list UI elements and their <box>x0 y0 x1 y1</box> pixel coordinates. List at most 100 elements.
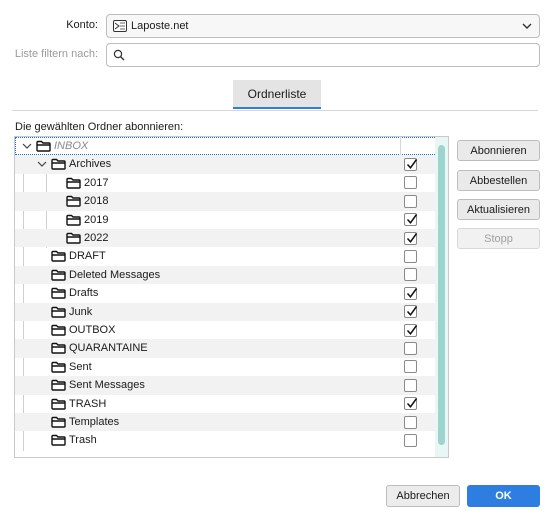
folder-icon <box>51 398 66 410</box>
folder-icon <box>51 159 66 171</box>
folder-row[interactable]: Junk <box>15 302 437 321</box>
folder-name: Deleted Messages <box>69 268 161 281</box>
subscribe-checkbox[interactable] <box>404 213 418 227</box>
folder-icon <box>51 306 66 318</box>
folder-icon <box>51 269 66 281</box>
filter-input[interactable] <box>129 45 539 65</box>
checkmark-icon <box>406 232 418 243</box>
folder-icon <box>36 140 51 152</box>
filter-label: Liste filtern nach: <box>14 48 98 60</box>
folder-row[interactable]: Sent Messages <box>15 376 437 395</box>
account-value: Laposte.net <box>131 20 189 32</box>
column-divider <box>400 137 401 155</box>
tab-folder-list[interactable]: Ordnerliste <box>233 80 321 109</box>
checkmark-icon <box>406 214 418 225</box>
checkmark-icon <box>406 287 418 298</box>
folder-row[interactable]: Archives <box>15 155 437 174</box>
unsubscribe-button-label: Abbestellen <box>469 174 528 187</box>
subscribe-button[interactable]: Abonnieren <box>457 140 540 161</box>
checkmark-icon <box>406 158 418 169</box>
folder-name: 2019 <box>84 213 109 226</box>
subscribe-checkbox[interactable] <box>404 176 417 190</box>
folder-row[interactable]: INBOX <box>15 137 437 156</box>
account-icon <box>113 20 127 32</box>
folder-name: 2018 <box>84 195 109 208</box>
folder-row[interactable]: Deleted Messages <box>15 265 437 285</box>
folder-row[interactable]: Sent <box>15 358 437 376</box>
subscribe-button-label: Abonnieren <box>470 144 527 157</box>
checkmark-icon <box>406 398 418 409</box>
folder-row[interactable]: OUTBOX <box>15 321 437 339</box>
folder-icon <box>51 287 66 299</box>
folder-row[interactable]: Templates <box>15 413 437 432</box>
tab-label: Ordnerliste <box>247 86 307 101</box>
folder-name: Trash <box>69 434 97 447</box>
folder-icon <box>66 177 81 189</box>
folder-name: Junk <box>69 305 93 318</box>
twisty-icon[interactable] <box>21 140 33 152</box>
scroll-thumb[interactable] <box>438 145 445 445</box>
subscribe-label: Die gewählten Ordner abonnieren: <box>15 121 184 133</box>
subscribe-checkbox[interactable] <box>404 415 417 429</box>
folder-icon <box>66 195 81 207</box>
tree-scrollbar[interactable] <box>435 137 448 457</box>
account-label: Konto: <box>66 19 98 31</box>
folder-name: Templates <box>69 416 120 428</box>
folder-icon <box>66 214 81 226</box>
folder-name: TRASH <box>69 397 107 410</box>
cancel-button[interactable]: Abbrechen <box>386 485 460 507</box>
stop-button-label: Stopp <box>484 232 513 245</box>
folder-row[interactable]: QUARANTAINE <box>15 339 437 358</box>
folder-name: DRAFT <box>69 250 106 263</box>
folder-name: Archives <box>69 158 112 171</box>
folder-row[interactable]: Trash <box>15 431 437 449</box>
subscribe-checkbox[interactable] <box>404 286 418 300</box>
folder-icon <box>51 379 66 391</box>
tab-divider <box>12 110 538 111</box>
folder-icon <box>51 343 66 355</box>
folder-name: Sent Messages <box>69 379 145 392</box>
folder-tree[interactable]: INBOX Archives 2017 2018 2019 2022 DRAFT Delete… <box>14 136 449 458</box>
subscribe-checkbox[interactable] <box>404 157 418 171</box>
folder-name: OUTBOX <box>69 324 116 336</box>
chevron-down-icon <box>522 23 532 29</box>
folder-row[interactable]: DRAFT <box>15 247 437 265</box>
subscribe-checkbox[interactable] <box>404 341 417 355</box>
folder-icon <box>66 232 81 244</box>
cancel-button-label: Abbrechen <box>396 490 450 502</box>
subscribe-checkbox[interactable] <box>404 360 417 374</box>
subscribe-checkbox[interactable] <box>404 397 418 411</box>
folder-icon <box>51 251 66 263</box>
subscribe-checkbox[interactable] <box>404 323 418 337</box>
folder-icon <box>51 324 66 336</box>
folder-name: Sent <box>69 360 92 373</box>
checkmark-icon <box>406 324 418 335</box>
folder-row[interactable]: 2018 <box>15 192 437 211</box>
ok-button[interactable]: OK <box>467 485 540 507</box>
stop-button[interactable]: Stopp <box>457 228 540 249</box>
folder-icon <box>51 416 66 428</box>
twisty-icon[interactable] <box>36 158 48 170</box>
folder-row[interactable]: TRASH <box>15 395 437 413</box>
folder-icon <box>51 435 66 447</box>
subscribe-checkbox[interactable] <box>404 249 417 263</box>
unsubscribe-button[interactable]: Abbestellen <box>457 170 540 191</box>
folder-name: QUARANTAINE <box>69 342 148 355</box>
folder-row[interactable]: 2017 <box>15 174 437 192</box>
subscribe-checkbox[interactable] <box>404 378 417 392</box>
folder-name: Drafts <box>69 287 99 300</box>
folder-row[interactable]: 2019 <box>15 211 437 229</box>
folder-row[interactable]: 2022 <box>15 229 437 248</box>
subscribe-checkbox[interactable] <box>404 268 417 282</box>
folder-row[interactable]: Drafts <box>15 284 437 302</box>
subscribe-checkbox[interactable] <box>404 194 417 208</box>
refresh-button-label: Aktualisieren <box>467 203 530 216</box>
refresh-button[interactable]: Aktualisieren <box>457 199 540 220</box>
account-select[interactable]: Laposte.net <box>106 14 540 38</box>
subscribe-checkbox[interactable] <box>404 433 417 447</box>
subscribe-checkbox[interactable] <box>404 305 418 319</box>
filter-field[interactable] <box>106 43 540 67</box>
folder-name: INBOX <box>54 140 89 152</box>
search-icon <box>113 49 125 61</box>
subscribe-checkbox[interactable] <box>404 231 418 245</box>
